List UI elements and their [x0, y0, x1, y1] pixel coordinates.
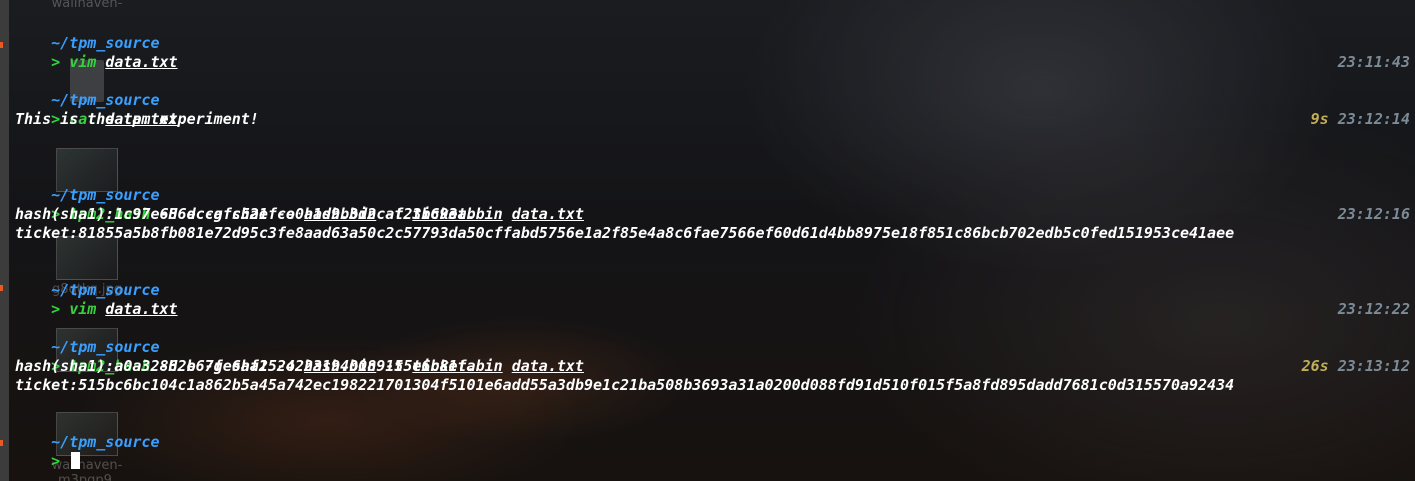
command-name: vim	[69, 300, 97, 318]
launcher-marker	[0, 285, 3, 291]
command-timestamp: 23:12:22	[1338, 300, 1410, 319]
text-cursor[interactable]	[71, 452, 81, 469]
command-timestamp: 23:11:43	[1338, 53, 1410, 72]
desktop-file-label: wallhaven-	[51, 0, 123, 11]
command-line: > cat data.txt	[15, 91, 1410, 128]
prompt-line: ~/tpm_source 23:11:43	[15, 15, 1410, 71]
launcher-marker	[0, 440, 3, 446]
output-line: hash(sha1):a0a32862b67fe6af2524223194008…	[15, 357, 476, 375]
terminal-window[interactable]: ~/tpm_source 23:11:43 > vim data.txt ~/t…	[15, 15, 1410, 470]
prompt-line: ~/tpm_source 26s 23:13:12	[15, 319, 1410, 375]
output-line: ticket:81855a5b8fb081e72d95c3fe8aad63a50…	[15, 224, 1235, 242]
prompt-symbol: >	[51, 53, 61, 71]
prompt-symbol: >	[51, 300, 61, 318]
command-line: > vim data.txt	[15, 34, 1410, 71]
prompt-line: ~/tpm_source 9s 23:12:14	[15, 72, 1410, 128]
output-line: This is the tpm experiment!	[15, 110, 259, 128]
launcher-edge	[0, 0, 9, 481]
command-time: 23:11:43	[1337, 53, 1410, 71]
prompt-line: ~/tpm_source	[15, 414, 1410, 451]
command-line: > tpm2_hash -H e -g sha1 -o hash.bin -t …	[15, 338, 1410, 375]
current-command-line[interactable]: >	[15, 433, 1410, 470]
output-line: ticket:515bc6bc104c1a862b5a45a742ec19822…	[15, 376, 1235, 394]
desktop-file-icon[interactable]: wallhaven-	[48, 0, 126, 11]
command-arg: data.txt	[105, 300, 178, 318]
launcher-marker	[0, 42, 3, 48]
prompt-line: ~/tpm_source 23:12:22	[15, 262, 1410, 318]
command-line: > vim data.txt	[15, 281, 1410, 318]
command-line: > tpm2_hash -H e -g sha1 -o hash.bin -t …	[15, 186, 1410, 223]
command-time: 23:12:22	[1337, 300, 1410, 318]
desktop-file-label: m3pqp9.	[57, 473, 117, 481]
command-name: vim	[69, 53, 97, 71]
prompt-line: ~/tpm_source 23:12:16	[15, 167, 1410, 223]
output-line: hash(sha1):1c97e686dccafc52efce0a1d9b3d2…	[15, 205, 476, 223]
command-arg: data.txt	[105, 53, 178, 71]
prompt-symbol: >	[51, 452, 61, 470]
